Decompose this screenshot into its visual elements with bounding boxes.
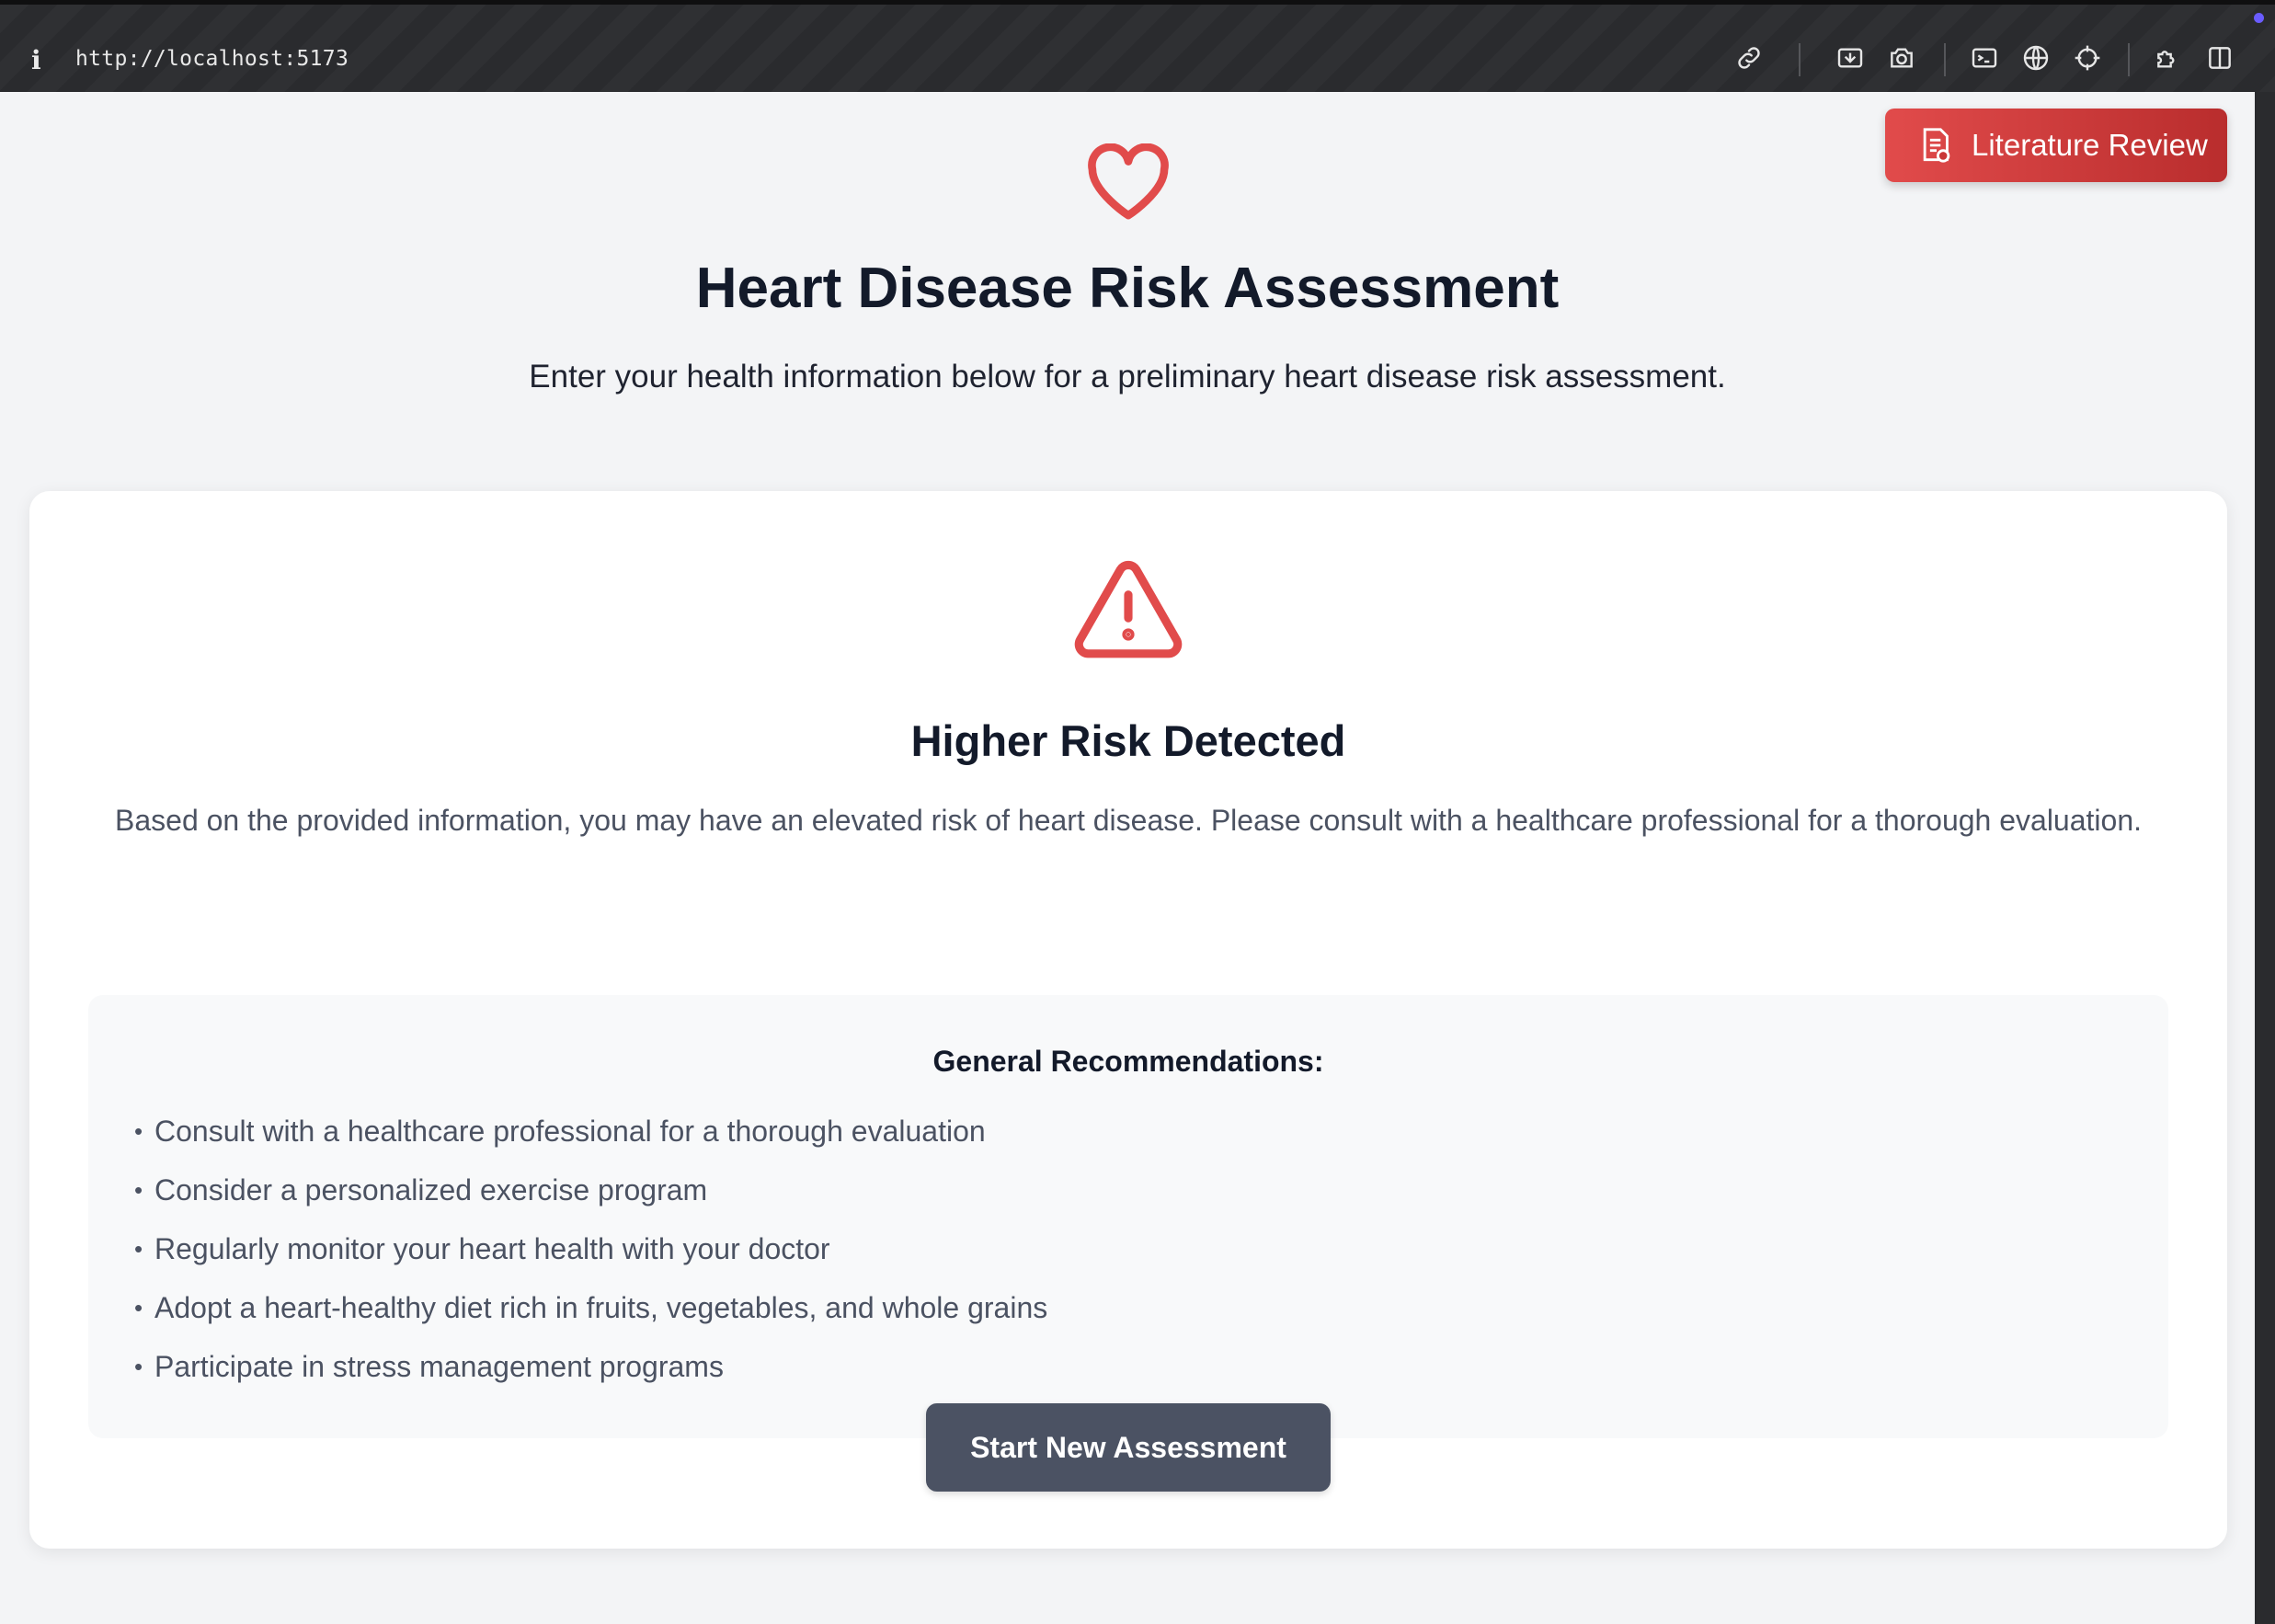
recommendations-list: • Consult with a healthcare professional … xyxy=(134,1113,1047,1407)
list-item: • Consult with a healthcare professional … xyxy=(134,1115,986,1148)
recommendations-panel: General Recommendations: • Consult with a… xyxy=(88,995,2168,1438)
toolbar-divider xyxy=(1799,43,1801,76)
screen-capture-icon[interactable] xyxy=(1834,41,1867,74)
crosshair-icon[interactable] xyxy=(2071,41,2104,74)
document-icon xyxy=(1923,128,1950,163)
start-new-assessment-button[interactable]: Start New Assessment xyxy=(926,1403,1331,1492)
link-icon[interactable] xyxy=(1732,41,1766,74)
warning-icon xyxy=(1074,560,1183,658)
info-icon[interactable]: i xyxy=(31,45,41,75)
risk-result-description: Based on the provided information, you m… xyxy=(115,804,2142,837)
page-subtitle: Enter your health information below for … xyxy=(529,359,1726,395)
risk-result-title: Higher Risk Detected xyxy=(910,716,1346,765)
literature-review-label: Literature Review xyxy=(1972,128,2208,162)
result-card: Higher Risk Detected Based on the provid… xyxy=(29,491,2227,1549)
scrollbar[interactable] xyxy=(2255,92,2275,1624)
url-field[interactable]: http://localhost:5173 xyxy=(75,47,349,71)
list-item: • Consider a personalized exercise progra… xyxy=(134,1173,708,1207)
puzzle-icon[interactable] xyxy=(2152,41,2185,74)
recommendations-title: General Recommendations: xyxy=(932,1045,1324,1078)
camera-icon[interactable] xyxy=(1885,41,1918,74)
heart-icon xyxy=(1088,143,1169,220)
list-item: • Regularly monitor your heart health wit… xyxy=(134,1232,830,1265)
literature-review-button[interactable]: Literature Review xyxy=(1885,109,2227,182)
list-item: • Adopt a heart-healthy diet rich in frui… xyxy=(134,1291,1048,1324)
page-title: Heart Disease Risk Assessment xyxy=(695,257,1560,320)
status-dot xyxy=(2254,13,2264,23)
page-viewport: Literature Review Heart Disease Risk Ass… xyxy=(0,92,2255,1624)
globe-icon[interactable] xyxy=(2019,41,2052,74)
split-view-icon[interactable] xyxy=(2203,41,2236,74)
terminal-icon[interactable] xyxy=(1968,41,2001,74)
browser-toolbar: i http://localhost:5173 xyxy=(0,0,2275,92)
toolbar-divider xyxy=(1944,43,1946,76)
list-item: • Participate in stress management progra… xyxy=(134,1350,724,1383)
toolbar-divider xyxy=(2128,43,2130,76)
